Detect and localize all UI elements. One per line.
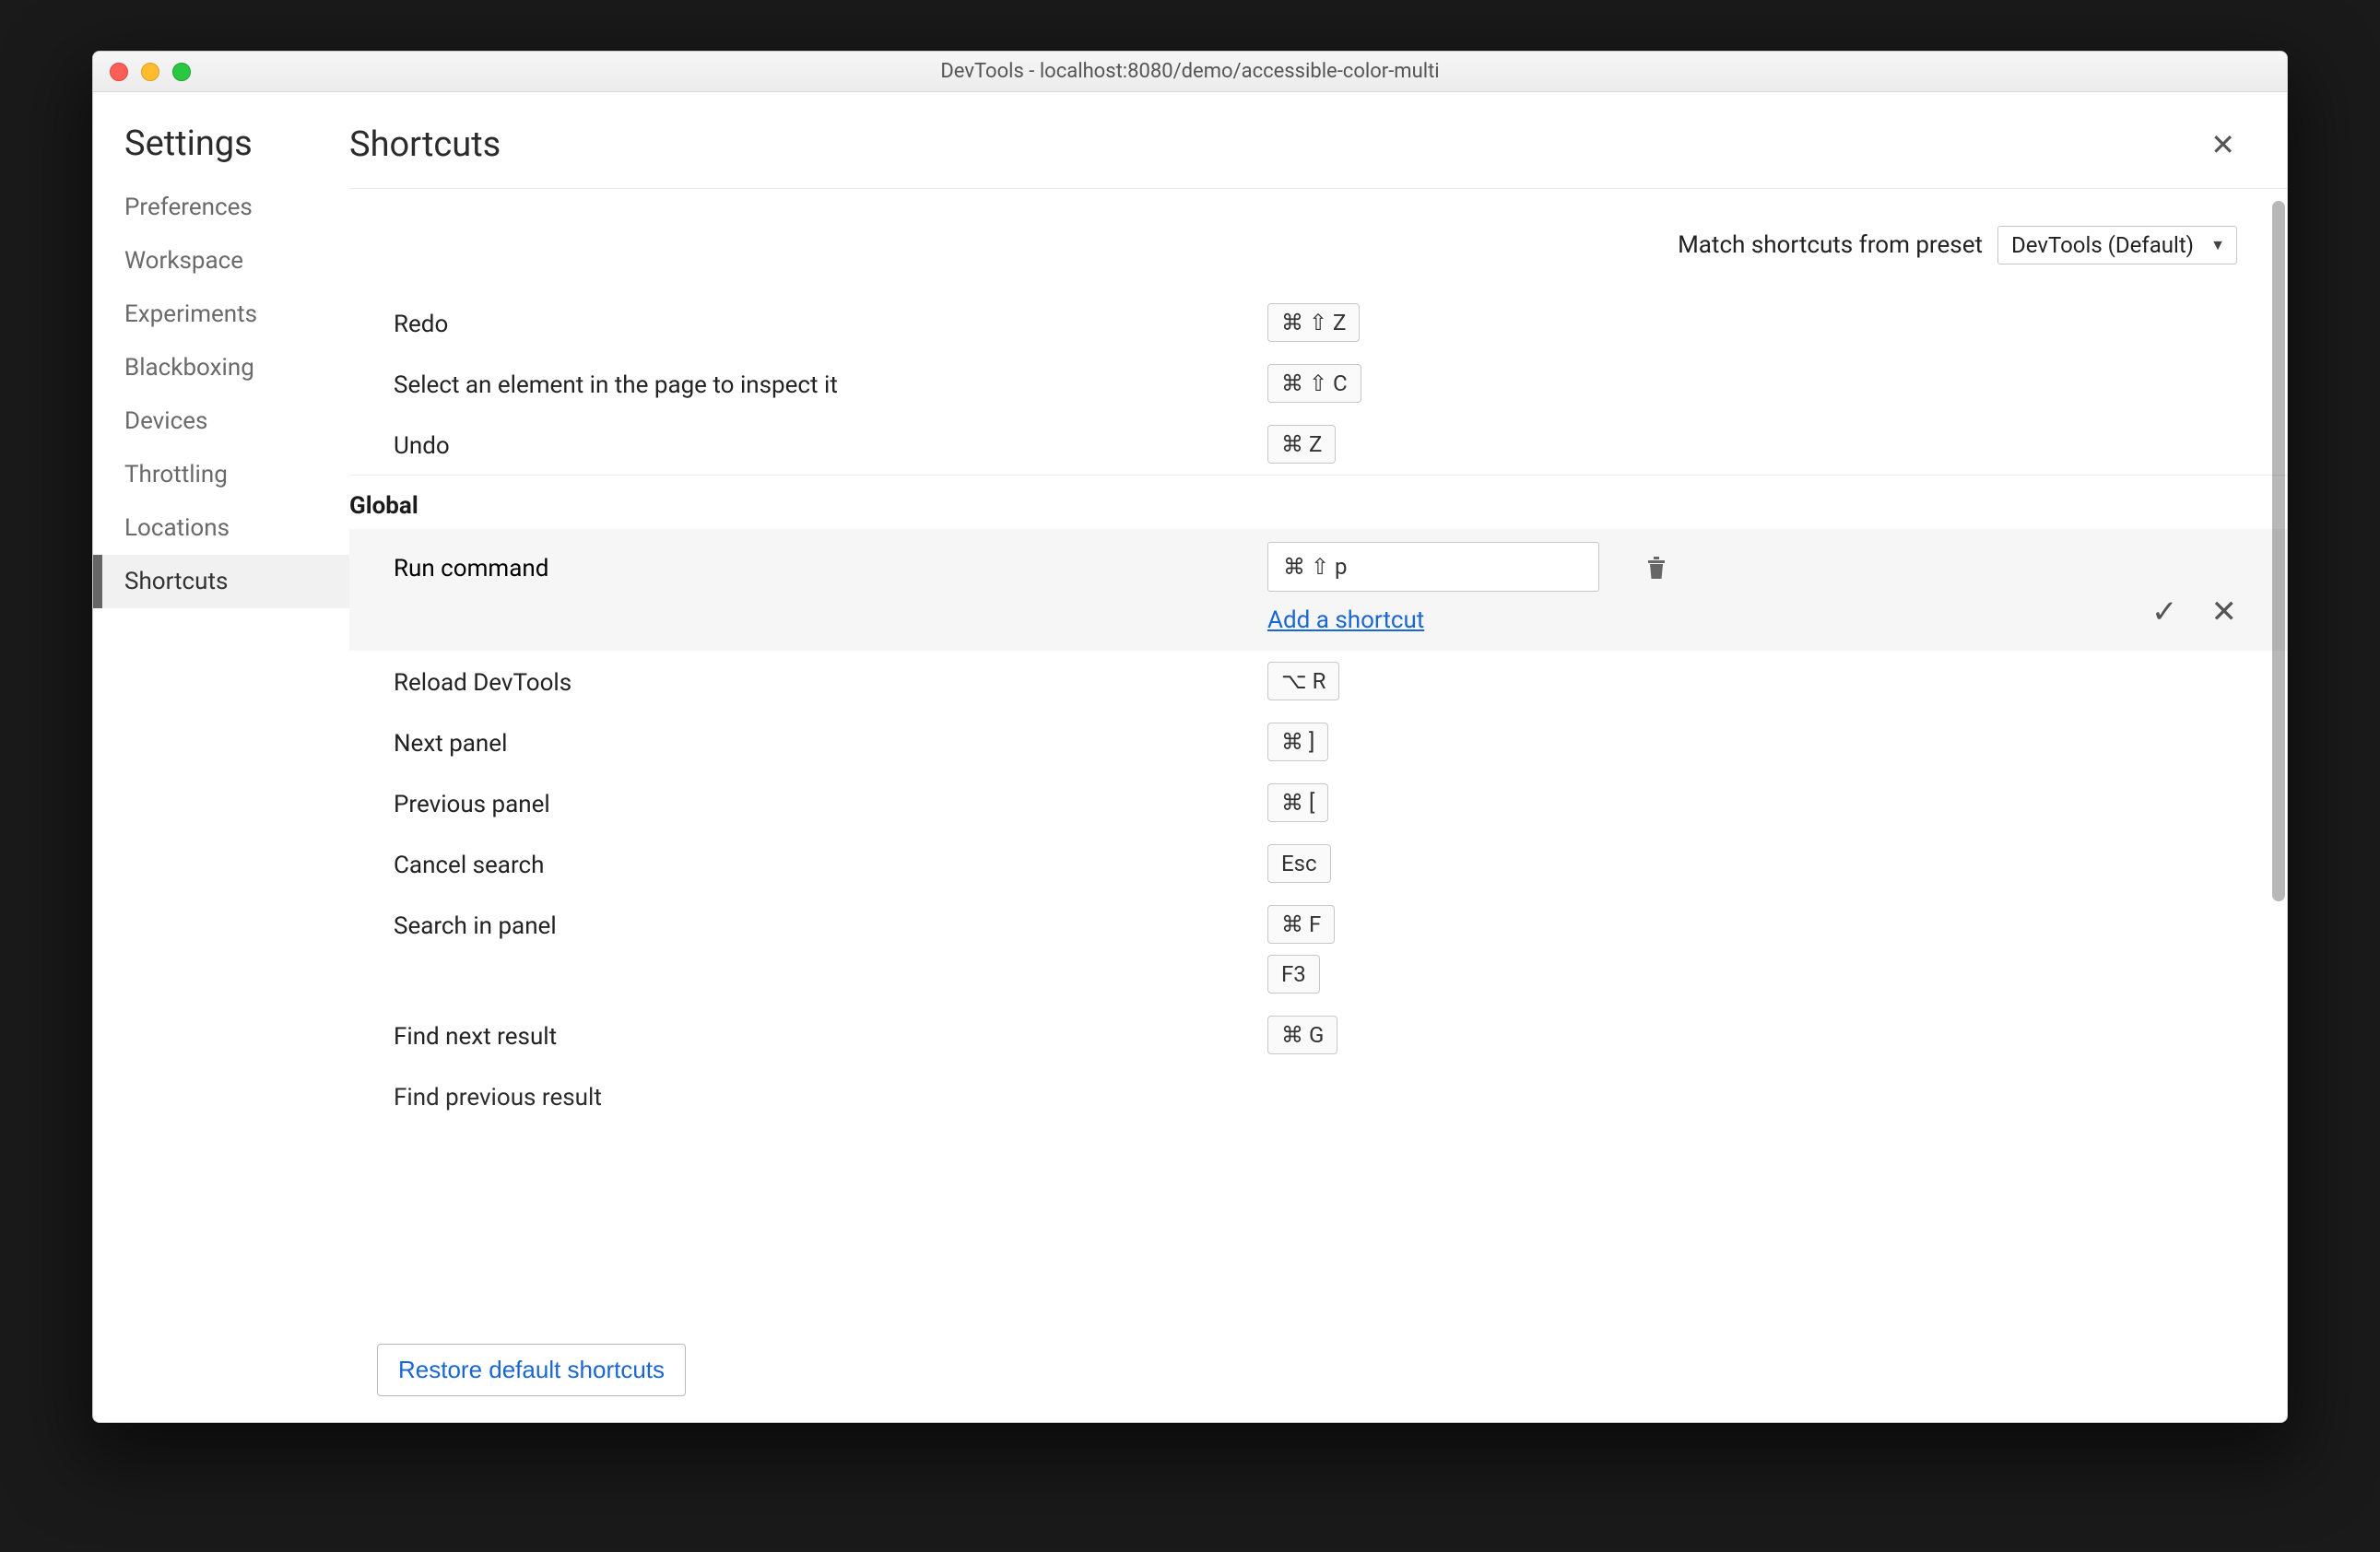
- shortcut-key: F3: [1267, 955, 1320, 994]
- shortcut-label: Run command: [394, 542, 1267, 582]
- shortcut-keys: ⌘ ⇧ Z: [1267, 303, 1627, 342]
- sidebar-item-shortcuts[interactable]: Shortcuts: [93, 555, 349, 608]
- shortcut-row[interactable]: Next panel⌘ ]: [349, 711, 2287, 772]
- shortcut-key: ⌘ ]: [1267, 723, 1328, 761]
- shortcut-keys: ⌘ F F3: [1267, 905, 1627, 994]
- titlebar: DevTools - localhost:8080/demo/accessibl…: [93, 52, 2287, 92]
- shortcut-key: Esc: [1267, 844, 1331, 883]
- preset-select[interactable]: DevTools (Default) ▼: [1997, 226, 2237, 265]
- sidebar-item-experiments[interactable]: Experiments: [93, 288, 349, 341]
- window-title: DevTools - localhost:8080/demo/accessibl…: [93, 60, 2287, 83]
- sidebar-title: Settings: [93, 114, 349, 181]
- shortcut-label: Find next result: [394, 1016, 1267, 1051]
- shortcut-row[interactable]: Search in panel⌘ F F3: [349, 894, 2287, 1005]
- shortcut-input[interactable]: [1267, 542, 1599, 592]
- shortcut-label: Find previous result: [394, 1076, 1267, 1111]
- confirm-icon[interactable]: ✓: [2151, 594, 2178, 630]
- sidebar-item-preferences[interactable]: Preferences: [93, 181, 349, 234]
- shortcut-label: Select an element in the page to inspect…: [394, 364, 1267, 399]
- shortcut-row[interactable]: Find next result⌘ G: [349, 1005, 2287, 1065]
- shortcut-row[interactable]: Previous panel⌘ [: [349, 772, 2287, 833]
- add-shortcut-link[interactable]: Add a shortcut: [1267, 606, 1424, 634]
- shortcut-key: ⌘ F: [1267, 905, 1335, 944]
- close-icon[interactable]: ✕: [2203, 123, 2243, 166]
- footer: Restore default shortcuts: [349, 1324, 2287, 1422]
- minimize-window-button[interactable]: [141, 63, 159, 81]
- sidebar-item-locations[interactable]: Locations: [93, 501, 349, 555]
- restore-defaults-button[interactable]: Restore default shortcuts: [377, 1344, 686, 1396]
- shortcut-label: Reload DevTools: [394, 662, 1267, 697]
- shortcut-row-editing: Run commandAdd a shortcut ✓ ✕: [349, 529, 2287, 651]
- shortcut-keys: Esc: [1267, 844, 1627, 883]
- shortcut-key: ⌘ ⇧ Z: [1267, 303, 1360, 342]
- settings-sidebar: Settings PreferencesWorkspaceExperiments…: [93, 92, 349, 1422]
- sidebar-item-blackboxing[interactable]: Blackboxing: [93, 341, 349, 394]
- shortcut-keys: ⌘ ⇧ C: [1267, 364, 1627, 403]
- section-heading-global: Global: [349, 475, 2287, 529]
- window: DevTools - localhost:8080/demo/accessibl…: [92, 51, 2288, 1423]
- shortcut-key: ⌘ ⇧ C: [1267, 364, 1361, 403]
- close-window-button[interactable]: [110, 63, 128, 81]
- cancel-icon[interactable]: ✕: [2211, 594, 2238, 630]
- shortcut-row[interactable]: Redo⌘ ⇧ Z: [349, 292, 2287, 353]
- shortcut-row[interactable]: Find previous result: [349, 1065, 2287, 1111]
- shortcut-keys: ⌘ G: [1267, 1016, 1627, 1054]
- shortcut-key: ⌘ [: [1267, 783, 1328, 822]
- preset-label: Match shortcuts from preset: [1678, 231, 1983, 259]
- shortcut-key: ⌘ G: [1267, 1016, 1337, 1054]
- shortcut-keys: ⌥ R: [1267, 662, 1627, 700]
- shortcut-keys: ⌘ ]: [1267, 723, 1627, 761]
- shortcut-keys: ⌘ Z: [1267, 425, 1627, 464]
- shortcut-list: Redo⌘ ⇧ ZSelect an element in the page t…: [349, 292, 2287, 1422]
- shortcut-label: Cancel search: [394, 844, 1267, 879]
- sidebar-item-devices[interactable]: Devices: [93, 394, 349, 448]
- chevron-down-icon: ▼: [2210, 236, 2225, 254]
- shortcut-label: Undo: [394, 425, 1267, 460]
- shortcut-row[interactable]: Select an element in the page to inspect…: [349, 353, 2287, 414]
- shortcut-label: Next panel: [394, 723, 1267, 758]
- shortcut-row[interactable]: Cancel searchEsc: [349, 833, 2287, 894]
- shortcut-row[interactable]: Reload DevTools⌥ R: [349, 651, 2287, 711]
- preset-value: DevTools (Default): [2011, 232, 2194, 258]
- sidebar-item-throttling[interactable]: Throttling: [93, 448, 349, 501]
- page-title: Shortcuts: [349, 124, 2203, 165]
- shortcut-label: Redo: [394, 303, 1267, 338]
- shortcut-keys: ⌘ [: [1267, 783, 1627, 822]
- zoom-window-button[interactable]: [172, 63, 191, 81]
- shortcut-key: ⌘ Z: [1267, 425, 1336, 464]
- trash-icon[interactable]: [1627, 542, 1667, 587]
- main-content: Shortcuts ✕ Match shortcuts from preset …: [349, 92, 2287, 1422]
- scrollbar-thumb[interactable]: [2272, 201, 2285, 901]
- window-controls: [93, 63, 191, 81]
- shortcut-row[interactable]: Undo⌘ Z: [349, 414, 2287, 475]
- sidebar-item-workspace[interactable]: Workspace: [93, 234, 349, 288]
- shortcut-label: Previous panel: [394, 783, 1267, 818]
- shortcut-label: Search in panel: [394, 905, 1267, 940]
- shortcut-key: ⌥ R: [1267, 662, 1339, 700]
